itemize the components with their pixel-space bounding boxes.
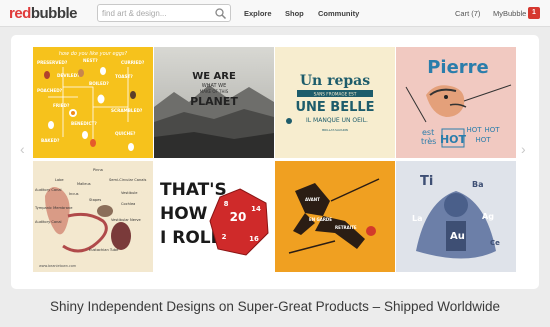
- anatomy-credit: www.beanietown.com: [39, 264, 77, 268]
- duel-label: AVANT: [305, 197, 320, 202]
- nav-explore[interactable]: Explore: [244, 9, 272, 18]
- element-symbol: Ce: [490, 239, 500, 247]
- tile-duel[interactable]: AVANT RETRAITE EN GARDE: [275, 161, 395, 272]
- egg-label: FRIED?: [53, 103, 70, 108]
- egg-label: BENEDICT?: [71, 121, 97, 126]
- planet-line: WE ARE: [192, 71, 236, 82]
- pierre-line: est: [422, 128, 434, 137]
- egg-label: CURRIED?: [121, 60, 145, 65]
- site-header: redbubble Explore Shop Community Cart (7…: [0, 0, 550, 27]
- repas-line: BRILLAT-SAVARIN: [322, 128, 348, 132]
- anatomy-label: Vestibule: [121, 191, 138, 195]
- repas-line: UNE BELLE: [295, 100, 374, 115]
- dice-number: 14: [251, 205, 261, 213]
- search-input[interactable]: [102, 7, 212, 20]
- repas-line: SANS FROMAGE EST: [314, 92, 357, 97]
- repas-line: IL MANQUE UN OEIL.: [306, 117, 368, 124]
- anatomy-label: Lobe: [55, 178, 64, 182]
- anatomy-label: Vestibular Nerve: [111, 218, 142, 222]
- pierre-line: Pierre: [427, 57, 489, 78]
- pierre-line: HOT: [466, 126, 482, 134]
- anatomy-label: Incus: [69, 192, 79, 196]
- egg-label: DEVILED?: [57, 73, 80, 78]
- anatomy-label: Semi-Circular Canals: [109, 178, 146, 182]
- element-symbol: Au: [450, 231, 465, 242]
- tile-planet[interactable]: WE ARE WHAT WE MAKE OF THIS PLANET: [154, 47, 274, 158]
- egg-label: NEST?: [83, 58, 98, 63]
- tile-egg-chart[interactable]: how do you like your eggs? PRESERVED? NE…: [33, 47, 153, 158]
- next-arrow-icon[interactable]: ›: [521, 141, 526, 157]
- nav-shop[interactable]: Shop: [285, 9, 304, 18]
- anatomy-label: Pinna: [93, 168, 103, 172]
- element-symbol: La: [412, 214, 423, 223]
- tile-periodic[interactable]: Ti Ba La Ag Au Ce: [396, 161, 516, 272]
- dice-number: 8: [224, 200, 229, 208]
- cart-link[interactable]: Cart (7): [455, 9, 480, 18]
- egg-label: TOAST?: [115, 74, 133, 79]
- element-symbol: Ti: [420, 174, 433, 189]
- egg-label: POACHED?: [37, 88, 63, 93]
- search-icon[interactable]: [214, 7, 227, 20]
- roll-line: THAT'S: [160, 180, 227, 200]
- anatomy-label: Cochlea: [121, 202, 135, 206]
- element-symbol: Ba: [472, 180, 484, 189]
- tile-anatomy[interactable]: Pinna Lobe Malleus Semi-Circular Canals …: [33, 161, 153, 272]
- dice-number: 16: [249, 235, 259, 243]
- notification-badge[interactable]: 1: [528, 7, 540, 19]
- egg-label: SCRAMBLED?: [111, 108, 143, 113]
- egg-chart-title: how do you like your eggs?: [59, 51, 128, 57]
- design-grid: how do you like your eggs? PRESERVED? NE…: [33, 47, 517, 272]
- egg-label: BAKED?: [41, 138, 60, 143]
- pierre-line: HOT: [440, 133, 467, 146]
- anatomy-label: Auditory Canal: [35, 188, 62, 192]
- nav-community[interactable]: Community: [318, 9, 359, 18]
- duel-label: EN GARDE: [309, 217, 332, 222]
- dice-number: 2: [222, 233, 227, 241]
- tile-un-repas[interactable]: Un repas SANS FROMAGE EST UNE BELLE IL M…: [275, 47, 395, 158]
- mybubble-link[interactable]: MyBubble: [493, 9, 526, 18]
- gallery-panel: ‹ › how do you like your eggs? PRESERVED…: [11, 35, 539, 289]
- pierre-line: HOT: [484, 126, 500, 134]
- repas-line: Un repas: [300, 73, 370, 89]
- egg-label: QUICHE?: [115, 131, 136, 136]
- egg-label: PRESERVED?: [37, 60, 68, 65]
- logo-bubble: bubble: [30, 5, 78, 22]
- tile-pierre[interactable]: Pierre est très HOT HOT HOT HOT: [396, 47, 516, 158]
- element-symbol: Ag: [482, 212, 494, 221]
- tile-roll[interactable]: THAT'S HOW I ROLL 20 8 14 2 16: [154, 161, 274, 272]
- planet-line: MAKE OF THIS: [200, 89, 229, 94]
- duel-label: RETRAITE: [335, 225, 357, 230]
- anatomy-label: Tympanic Membrane: [34, 206, 73, 210]
- roll-line: HOW: [160, 204, 208, 224]
- search-box: [97, 4, 231, 22]
- pierre-line: très: [421, 136, 436, 146]
- redbubble-logo[interactable]: redbubble: [9, 5, 78, 22]
- pierre-line: HOT: [475, 136, 491, 144]
- anatomy-label: Auditory Canal: [35, 220, 62, 224]
- egg-label: BOILED?: [89, 81, 109, 86]
- dice-number: 20: [230, 210, 247, 224]
- anatomy-label: Eustachian Tube: [89, 248, 119, 252]
- logo-red: red: [9, 5, 31, 22]
- tagline: Shiny Independent Designs on Super-Great…: [49, 299, 501, 314]
- anatomy-label: Stapes: [89, 198, 101, 202]
- prev-arrow-icon[interactable]: ‹: [20, 141, 25, 157]
- planet-line: PLANET: [190, 95, 238, 108]
- anatomy-label: Malleus: [77, 182, 91, 186]
